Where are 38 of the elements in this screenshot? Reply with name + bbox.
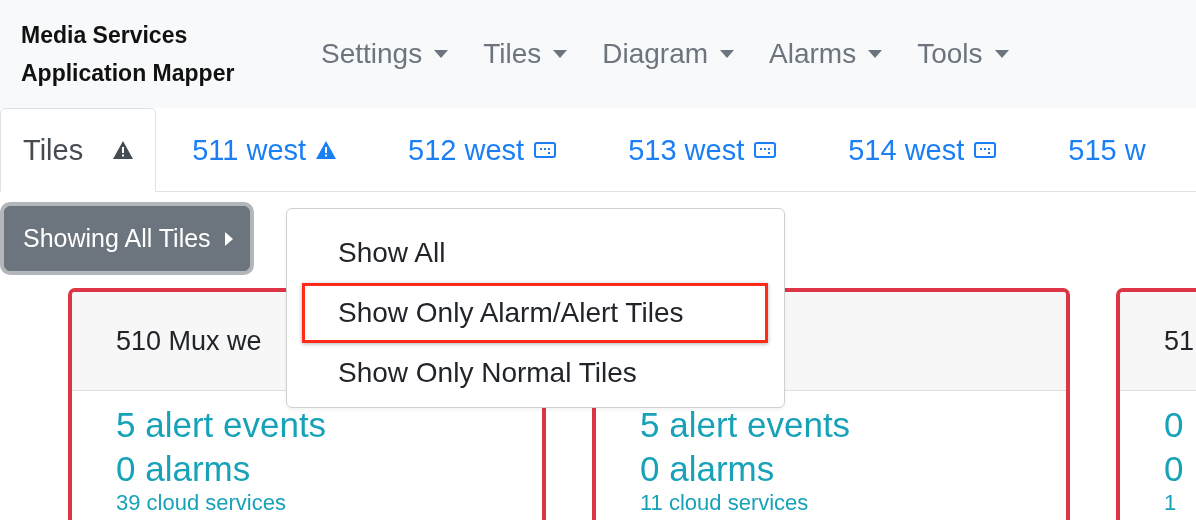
alert-count: 0 [1164, 404, 1185, 446]
tile-icon [534, 142, 557, 158]
caret-icon [553, 50, 568, 58]
app-title: Media Services [21, 21, 189, 50]
caret-icon [994, 50, 1009, 58]
caret-icon [868, 50, 883, 58]
tab[interactable]: Tiles [0, 108, 157, 192]
alarm-count: 0 alarms [640, 448, 776, 490]
alert-count: 5 alert events [116, 404, 328, 446]
tile-title: 51 [1164, 325, 1195, 357]
tab[interactable]: 511 west [156, 108, 373, 192]
menu-link[interactable]: Tools [917, 38, 1009, 70]
tile-icon [974, 142, 997, 158]
alert-count: 5 alert events [640, 404, 852, 446]
service-count: 1 [1164, 491, 1178, 515]
service-count: 11 cloud services [640, 491, 810, 515]
tile-icon [754, 142, 777, 158]
menu-link[interactable]: Alarms [769, 38, 883, 70]
menu-link[interactable]: Diagram [602, 38, 735, 70]
menu-item[interactable]: Show Only Alarm/Alert Tiles [302, 283, 768, 343]
app-title: Application Mapper [21, 59, 236, 88]
caret-icon [434, 50, 449, 58]
warning-icon [316, 141, 337, 159]
caret-icon [224, 231, 233, 246]
caret-icon [720, 50, 735, 58]
tab[interactable]: 514 west [812, 108, 1033, 192]
alarm-count: 0 alarms [116, 448, 252, 490]
tab[interactable]: 512 west [372, 108, 593, 192]
tab[interactable]: 515 w [1032, 108, 1182, 192]
service-count: 39 cloud services [116, 491, 287, 515]
tile-title: 510 Mux we [116, 325, 262, 357]
alarm-count: 0 [1164, 448, 1185, 490]
menu-link[interactable]: Settings [321, 38, 449, 70]
menu-link[interactable]: Tiles [483, 38, 568, 70]
warning-icon [113, 141, 134, 159]
tab[interactable]: 513 west [592, 108, 813, 192]
menu-item[interactable]: Show All [302, 223, 768, 283]
menu-item[interactable]: Show Only Normal Tiles [302, 343, 768, 403]
